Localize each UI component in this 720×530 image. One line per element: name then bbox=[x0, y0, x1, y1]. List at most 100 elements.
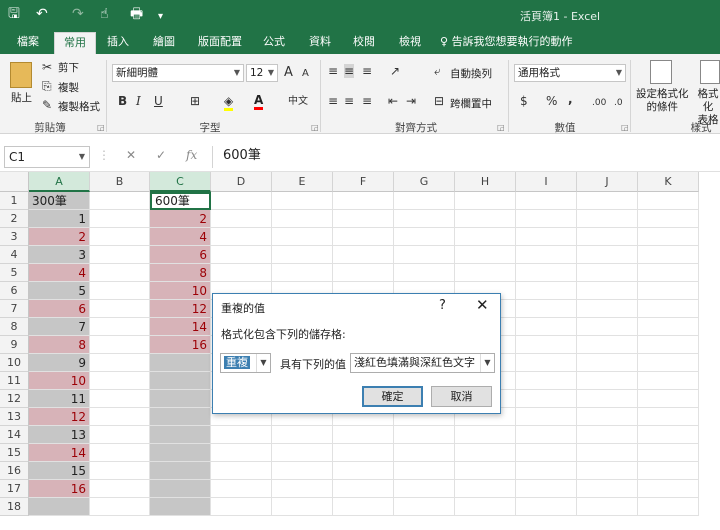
cell-j12[interactable] bbox=[577, 390, 638, 408]
row-header[interactable]: 9 bbox=[0, 336, 29, 354]
alignment-launcher-icon[interactable]: ◲ bbox=[497, 123, 505, 132]
cell-j7[interactable] bbox=[577, 300, 638, 318]
cell-a18[interactable] bbox=[29, 498, 90, 516]
cell-i3[interactable] bbox=[516, 228, 577, 246]
cell-b6[interactable] bbox=[90, 282, 150, 300]
cell-c1[interactable]: 600筆 bbox=[150, 192, 211, 210]
cell-j17[interactable] bbox=[577, 480, 638, 498]
cancel-button[interactable]: 取消 bbox=[431, 386, 492, 407]
format-style-select[interactable]: 淺紅色填滿與深紅色文字 ▼ bbox=[350, 353, 495, 373]
merge-center-icon[interactable]: ⊟ bbox=[434, 94, 444, 108]
cell-k16[interactable] bbox=[638, 462, 699, 480]
cell-a16[interactable]: 15 bbox=[29, 462, 90, 480]
cell-c18[interactable] bbox=[150, 498, 211, 516]
cell-j5[interactable] bbox=[577, 264, 638, 282]
cell-c5[interactable]: 8 bbox=[150, 264, 211, 282]
cell-a6[interactable]: 5 bbox=[29, 282, 90, 300]
increase-indent-icon[interactable]: ⇥ bbox=[406, 94, 416, 108]
tab-data[interactable]: 資料 bbox=[300, 34, 340, 54]
cell-a2[interactable]: 1 bbox=[29, 210, 90, 228]
cell-k14[interactable] bbox=[638, 426, 699, 444]
tab-formulas[interactable]: 公式 bbox=[254, 34, 294, 54]
print-preview-icon[interactable]: 🖶 bbox=[130, 6, 143, 22]
cell-g17[interactable] bbox=[394, 480, 455, 498]
cell-i1[interactable] bbox=[516, 192, 577, 210]
cell-c16[interactable] bbox=[150, 462, 211, 480]
row-header[interactable]: 10 bbox=[0, 354, 29, 372]
cell-a8[interactable]: 7 bbox=[29, 318, 90, 336]
cell-i18[interactable] bbox=[516, 498, 577, 516]
cell-a5[interactable]: 4 bbox=[29, 264, 90, 282]
cell-k5[interactable] bbox=[638, 264, 699, 282]
align-right-icon[interactable]: ≡ bbox=[362, 94, 372, 108]
cell-g18[interactable] bbox=[394, 498, 455, 516]
cell-g15[interactable] bbox=[394, 444, 455, 462]
row-header[interactable]: 15 bbox=[0, 444, 29, 462]
redo-icon[interactable]: ↷ bbox=[72, 6, 84, 22]
cell-e15[interactable] bbox=[272, 444, 333, 462]
cell-j15[interactable] bbox=[577, 444, 638, 462]
align-center-icon[interactable]: ≡ bbox=[344, 94, 354, 108]
cell-c15[interactable] bbox=[150, 444, 211, 462]
row-header[interactable]: 2 bbox=[0, 210, 29, 228]
column-header-b[interactable]: B bbox=[90, 172, 150, 192]
cell-i5[interactable] bbox=[516, 264, 577, 282]
cell-b8[interactable] bbox=[90, 318, 150, 336]
comma-button[interactable]: , bbox=[568, 92, 573, 106]
clipboard-launcher-icon[interactable]: ◲ bbox=[97, 123, 105, 132]
font-launcher-icon[interactable]: ◲ bbox=[311, 123, 319, 132]
tab-insert[interactable]: 插入 bbox=[100, 34, 136, 54]
cell-c12[interactable] bbox=[150, 390, 211, 408]
cell-f15[interactable] bbox=[333, 444, 394, 462]
cell-k18[interactable] bbox=[638, 498, 699, 516]
cell-b10[interactable] bbox=[90, 354, 150, 372]
cell-c9[interactable]: 16 bbox=[150, 336, 211, 354]
cell-b11[interactable] bbox=[90, 372, 150, 390]
cell-h14[interactable] bbox=[455, 426, 516, 444]
align-bottom-icon[interactable]: ≡ bbox=[362, 64, 372, 78]
decrease-decimal-button[interactable]: .0 bbox=[614, 96, 623, 110]
align-top-icon[interactable]: ≡ bbox=[328, 64, 338, 78]
italic-button[interactable]: I bbox=[136, 94, 141, 108]
cell-k4[interactable] bbox=[638, 246, 699, 264]
cell-b5[interactable] bbox=[90, 264, 150, 282]
cell-f16[interactable] bbox=[333, 462, 394, 480]
name-box[interactable]: C1 ▼ bbox=[4, 146, 90, 168]
cell-f3[interactable] bbox=[333, 228, 394, 246]
cell-j1[interactable] bbox=[577, 192, 638, 210]
cell-g4[interactable] bbox=[394, 246, 455, 264]
borders-icon[interactable]: ⊞ bbox=[190, 94, 200, 108]
cell-c13[interactable] bbox=[150, 408, 211, 426]
cell-b1[interactable] bbox=[90, 192, 150, 210]
cell-d5[interactable] bbox=[211, 264, 272, 282]
row-header[interactable]: 1 bbox=[0, 192, 29, 210]
row-header[interactable]: 14 bbox=[0, 426, 29, 444]
cell-c6[interactable]: 10 bbox=[150, 282, 211, 300]
conditional-formatting-button[interactable]: 設定格式化 的條件 bbox=[636, 88, 689, 114]
fill-color-icon[interactable]: ◈ bbox=[224, 94, 234, 111]
cell-b13[interactable] bbox=[90, 408, 150, 426]
cell-a13[interactable]: 12 bbox=[29, 408, 90, 426]
column-header-k[interactable]: K bbox=[638, 172, 699, 192]
cell-f1[interactable] bbox=[333, 192, 394, 210]
cell-a9[interactable]: 8 bbox=[29, 336, 90, 354]
cell-i4[interactable] bbox=[516, 246, 577, 264]
row-header[interactable]: 7 bbox=[0, 300, 29, 318]
cell-a17[interactable]: 16 bbox=[29, 480, 90, 498]
cell-j13[interactable] bbox=[577, 408, 638, 426]
cell-d1[interactable] bbox=[211, 192, 272, 210]
cell-d3[interactable] bbox=[211, 228, 272, 246]
format-as-table-icon[interactable] bbox=[700, 60, 720, 84]
currency-button[interactable]: $ bbox=[520, 94, 528, 108]
cell-h1[interactable] bbox=[455, 192, 516, 210]
cell-a7[interactable]: 6 bbox=[29, 300, 90, 318]
cancel-icon[interactable]: ✕ bbox=[126, 148, 136, 162]
cell-i8[interactable] bbox=[516, 318, 577, 336]
cell-k17[interactable] bbox=[638, 480, 699, 498]
tab-file[interactable]: 檔案 bbox=[8, 34, 48, 54]
column-header-j[interactable]: J bbox=[577, 172, 638, 192]
cell-i11[interactable] bbox=[516, 372, 577, 390]
cell-k6[interactable] bbox=[638, 282, 699, 300]
cell-k1[interactable] bbox=[638, 192, 699, 210]
cell-i12[interactable] bbox=[516, 390, 577, 408]
